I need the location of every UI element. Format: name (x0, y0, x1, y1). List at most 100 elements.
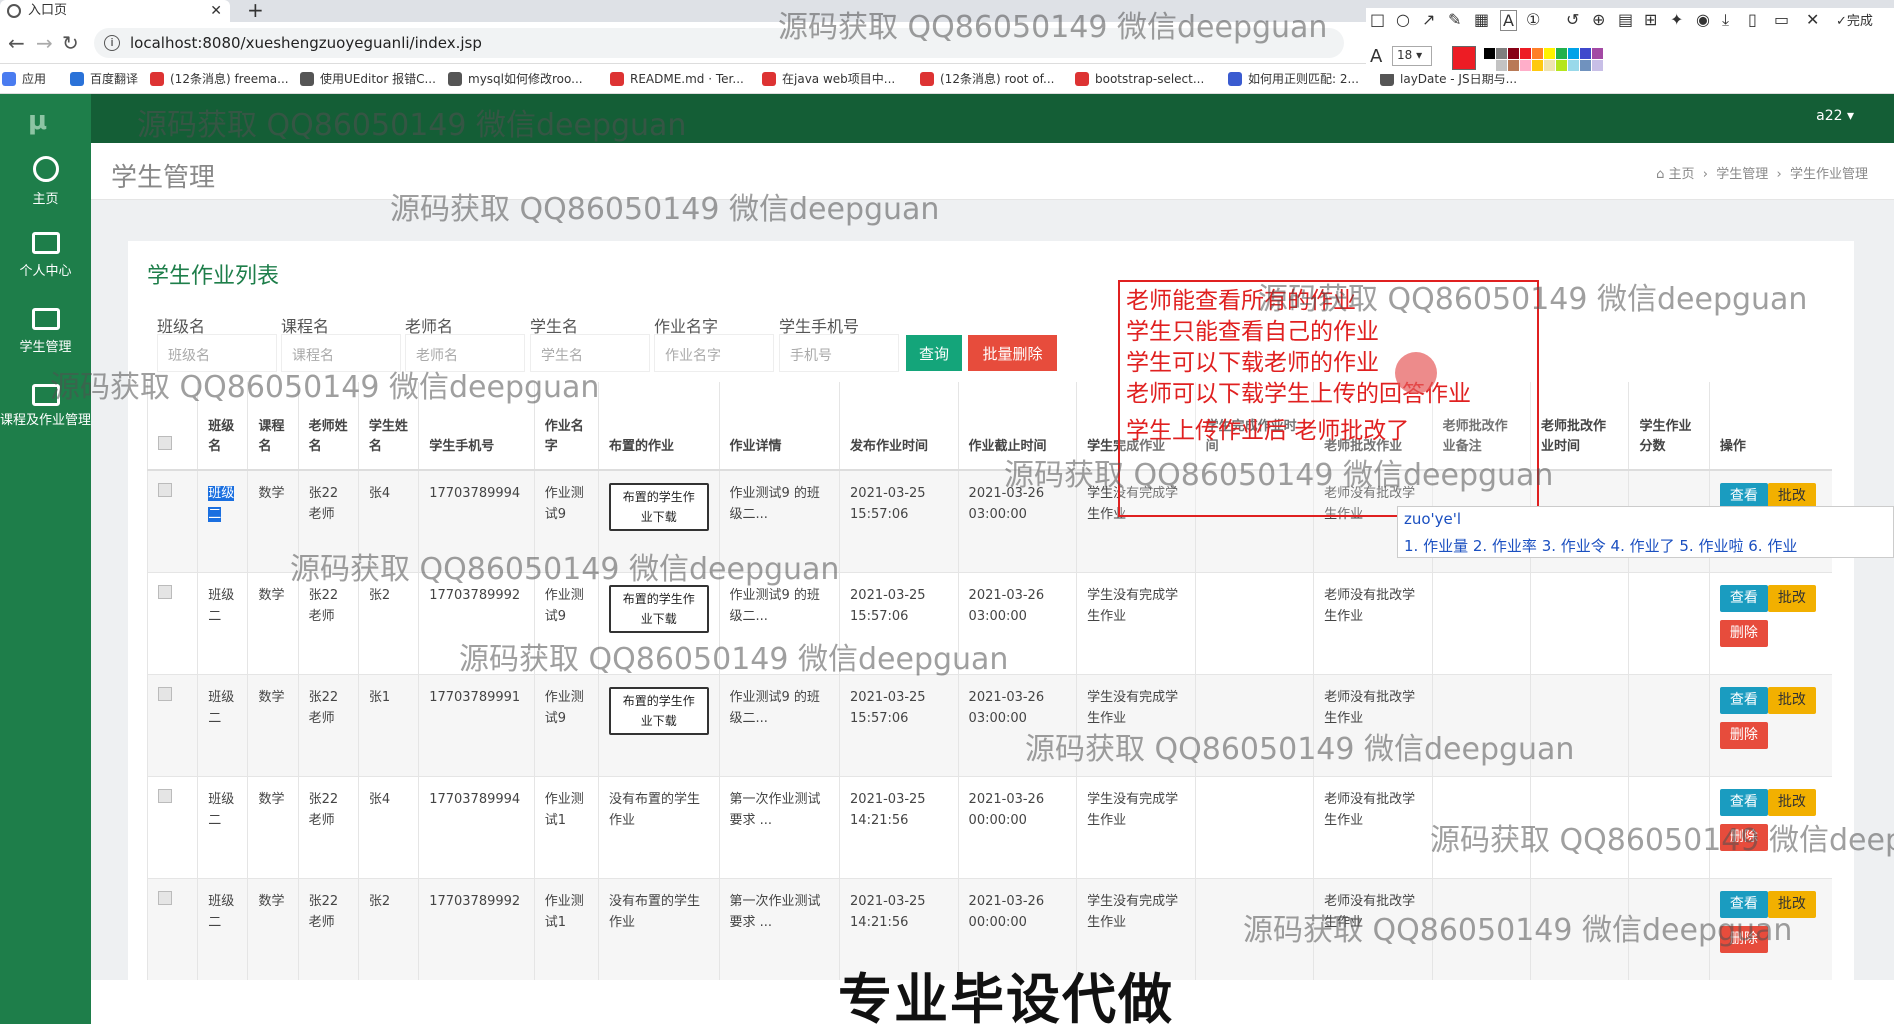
sidebar-item-home[interactable]: 主页 (0, 156, 91, 207)
breadcrumb-students[interactable]: 学生管理 (1716, 167, 1768, 182)
cell-text: 2021-03-25 15:57:06 (850, 689, 926, 726)
sidebar-item-profile[interactable]: 个人中心 (0, 232, 91, 279)
color-swatch[interactable] (1544, 60, 1555, 71)
new-tab-icon[interactable]: + (247, 0, 264, 22)
cell-text: 张1 (368, 689, 391, 705)
mosaic-icon[interactable]: ▦ (1474, 10, 1489, 29)
bookmark-icon (1228, 72, 1242, 86)
bookmark-item[interactable]: (12条消息) freema... (150, 71, 289, 87)
color-swatch[interactable] (1532, 60, 1543, 71)
grade-button[interactable]: 批改 (1767, 686, 1816, 714)
row-checkbox[interactable] (158, 890, 172, 905)
bookmark-item[interactable]: bootstrap-select... (1075, 71, 1204, 87)
filter-input-5[interactable]: 手机号 (779, 334, 899, 372)
color-swatch[interactable] (1508, 48, 1519, 59)
text-tool-icon[interactable]: A (1500, 10, 1517, 31)
color-swatch[interactable] (1532, 48, 1543, 59)
phone-icon[interactable]: ▯ (1748, 10, 1757, 29)
back-icon[interactable]: ← (8, 31, 25, 55)
arrow-icon[interactable]: ↗ (1422, 10, 1435, 29)
browser-tab[interactable]: 入口页 ✕ (0, 0, 230, 22)
forward-icon[interactable]: → (36, 31, 53, 55)
breadcrumb-home[interactable]: 主页 (1668, 167, 1694, 182)
view-button[interactable]: 查看 (1719, 686, 1768, 714)
color-swatch[interactable] (1592, 48, 1603, 59)
color-swatch[interactable] (1556, 48, 1567, 59)
ocr-icon[interactable]: ▤ (1618, 10, 1633, 29)
cell-text: 作业测试9 (544, 587, 584, 624)
magic-icon[interactable]: ✦ (1670, 10, 1683, 29)
color-swatch[interactable] (1544, 48, 1555, 59)
sidebar-item-label: 个人中心 (19, 264, 72, 279)
color-swatch[interactable] (1580, 48, 1591, 59)
color-swatch[interactable] (1484, 60, 1495, 71)
delete-button[interactable]: 删除 (1719, 721, 1768, 749)
grade-button[interactable]: 批改 (1767, 584, 1816, 612)
cell-pub: 2021-03-25 14:21:56 (839, 775, 959, 878)
bookmark-item[interactable]: README.md · Ter... (610, 71, 744, 87)
bookmark-item[interactable]: 应用 (2, 71, 46, 87)
assigned-homework-download-button[interactable]: 布置的学生作业下载 (608, 584, 709, 633)
translate-icon[interactable]: ⊞ (1644, 10, 1657, 29)
cell-cls: 班级二 (197, 673, 248, 776)
cell-text: 作业测试1 (544, 893, 584, 930)
download-icon[interactable]: ⤓ (1722, 10, 1729, 30)
filter-input-4[interactable]: 作业名字 (654, 334, 774, 372)
cell-text: 数学 (258, 486, 285, 501)
assigned-homework-download-button[interactable]: 布置的学生作业下载 (608, 686, 709, 735)
view-button[interactable]: 查看 (1719, 788, 1768, 816)
query-button[interactable]: 查询 (906, 335, 962, 371)
row-checkbox[interactable] (158, 686, 172, 701)
cell-grade_time (1530, 571, 1629, 674)
bookmark-item[interactable]: mysql如何修改roo... (448, 71, 583, 87)
bookmark-item[interactable]: 百度翻译 (70, 71, 138, 87)
view-button[interactable]: 查看 (1719, 584, 1768, 612)
info-icon[interactable]: i (104, 35, 120, 51)
select-all-checkbox[interactable] (158, 436, 172, 450)
number-icon[interactable]: ① (1526, 10, 1540, 29)
ime-candidates[interactable]: 1. 作业量 2. 作业率 3. 作业令 4. 作业了 5. 作业啦 6. 作业 (1404, 535, 1797, 556)
record-icon[interactable]: ◉ (1696, 10, 1710, 29)
user-menu[interactable]: a22 ▾ (1816, 108, 1854, 124)
row-checkbox[interactable] (158, 584, 172, 599)
font-size-select[interactable]: 18 ▾ (1392, 46, 1432, 66)
save-icon[interactable]: ▭ (1774, 10, 1789, 29)
color-swatch[interactable] (1568, 48, 1579, 59)
reload-icon[interactable]: ↻ (62, 31, 79, 55)
color-swatch[interactable] (1520, 60, 1531, 71)
done-button[interactable]: ✓完成 (1836, 10, 1873, 29)
cell-done_time (1194, 775, 1314, 878)
assigned-homework-download-button[interactable]: 布置的学生作业下载 (608, 483, 709, 531)
cancel-icon[interactable]: ✕ (1806, 10, 1819, 29)
undo-icon[interactable]: ↺ (1566, 10, 1579, 29)
bookmark-item[interactable]: 如何用正则匹配: 2... (1228, 71, 1359, 87)
color-swatch[interactable] (1520, 48, 1531, 59)
close-icon[interactable]: ✕ (210, 0, 222, 22)
bookmark-icon (70, 72, 84, 86)
color-swatch[interactable] (1592, 60, 1603, 71)
color-swatch[interactable] (1556, 60, 1567, 71)
sidebar-item-students[interactable]: 学生管理 (0, 308, 91, 355)
pen-icon[interactable]: ✎ (1448, 10, 1461, 29)
color-swatch[interactable] (1496, 60, 1507, 71)
bookmark-item[interactable]: 在java web项目中... (762, 71, 895, 87)
row-checkbox[interactable] (158, 483, 172, 497)
bookmark-item[interactable]: 使用UEditor 报错C... (300, 71, 436, 87)
rectangle-icon[interactable]: □ (1370, 10, 1385, 29)
cell-text: 张4 (368, 791, 391, 807)
color-swatch[interactable] (1580, 60, 1591, 71)
ellipse-icon[interactable]: ○ (1396, 10, 1410, 29)
selected-color-swatch[interactable] (1452, 46, 1476, 70)
delete-button[interactable]: 删除 (1719, 619, 1768, 647)
grade-button[interactable]: 批改 (1767, 788, 1816, 816)
bookmark-item[interactable]: (12条消息) root of... (920, 71, 1054, 87)
row-checkbox[interactable] (158, 788, 172, 803)
batch-delete-button[interactable]: 批量删除 (968, 335, 1057, 371)
cell-cls: 班级二 (197, 571, 248, 674)
pin-icon[interactable]: ⊕ (1592, 10, 1605, 29)
color-swatch[interactable] (1484, 48, 1495, 59)
cell-text: 张22老师 (308, 689, 339, 726)
color-swatch[interactable] (1568, 60, 1579, 71)
color-swatch[interactable] (1496, 48, 1507, 59)
color-swatch[interactable] (1508, 60, 1519, 71)
